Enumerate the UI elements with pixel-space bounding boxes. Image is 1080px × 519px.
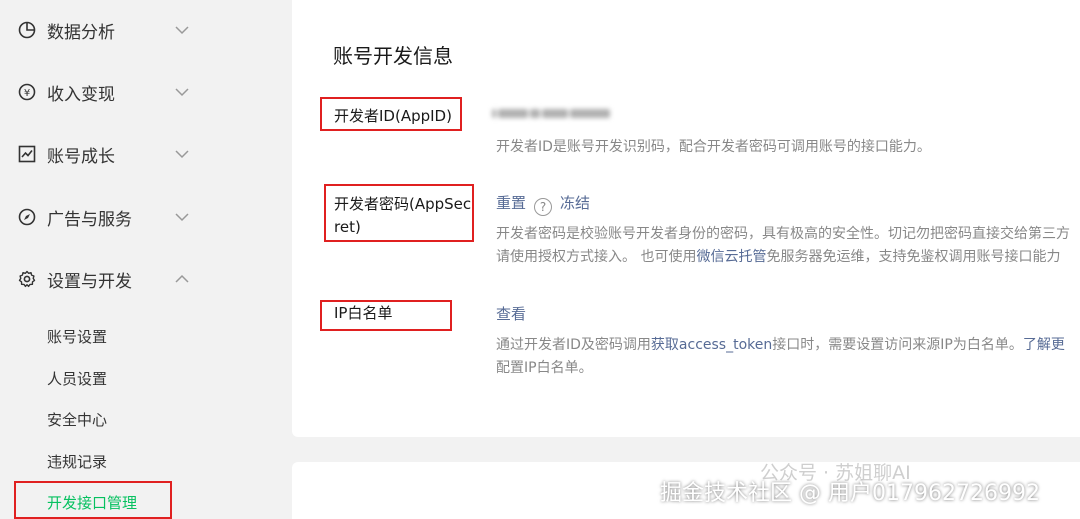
nav-group-label: 设置与开发: [47, 271, 132, 292]
desc-text: 接口时，需要设置访问来源IP为白名单。: [772, 337, 1023, 353]
get-access-token-link[interactable]: 获取access_token: [651, 337, 772, 353]
desc-text: 免服务器免运维，支持免鉴权调用账号接口能力: [766, 249, 1061, 265]
nav-group-ads-services[interactable]: 广告与服务: [0, 197, 210, 237]
help-icon[interactable]: ?: [534, 198, 553, 216]
reset-secret-link[interactable]: 重置: [496, 194, 526, 212]
nav-group-label: 广告与服务: [47, 209, 132, 230]
gear-icon: [18, 270, 36, 288]
nav-group-settings-dev[interactable]: 设置与开发: [0, 259, 210, 299]
ip-whitelist-description-line2: 配置IP白名单。: [496, 360, 593, 376]
nav-group-monetization[interactable]: ¥ 收入变现: [0, 72, 210, 112]
ip-whitelist-view-link: 查看: [496, 303, 526, 324]
appsecret-description-line2: 请使用授权方式接入。 也可使用微信云托管免服务器免运维，支持免鉴权调用账号接口能…: [496, 246, 1060, 268]
compass-icon: [18, 208, 36, 226]
sidebar-item-member-settings[interactable]: 人员设置: [47, 368, 107, 389]
chevron-down-icon: [175, 88, 189, 97]
sidebar: 数据分析 ¥ 收入变现 账号成长 广告与服务 设置与开发 账号设置 人员设置 安…: [0, 0, 290, 519]
highlight-box: [320, 300, 452, 331]
nav-group-label: 账号成长: [47, 146, 115, 167]
highlight-box: [324, 184, 474, 242]
appid-value-redacted: [492, 103, 642, 125]
yen-icon: ¥: [18, 83, 36, 101]
freeze-secret-link[interactable]: 冻结: [560, 194, 590, 212]
page-title: 账号开发信息: [333, 44, 453, 68]
pie-chart-icon: [18, 21, 36, 39]
wechat-cloud-hosting-link[interactable]: 微信云托管: [696, 249, 766, 265]
appsecret-description-line1: 开发者密码是校验账号开发者身份的密码，具有极高的安全性。切记勿把密码直接交给第三…: [496, 226, 1070, 242]
chevron-down-icon: [175, 213, 189, 222]
nav-group-label: 数据分析: [47, 22, 115, 43]
chevron-up-icon: [175, 274, 189, 283]
appsecret-actions: 重置? 冻结: [496, 192, 590, 216]
trend-chart-icon: [18, 145, 36, 163]
view-ip-whitelist-link[interactable]: 查看: [496, 305, 526, 323]
learn-more-link[interactable]: 了解更: [1023, 337, 1065, 353]
sidebar-item-security-center[interactable]: 安全中心: [47, 409, 107, 430]
desc-text: 请使用授权方式接入。 也可使用: [496, 249, 697, 265]
account-dev-info-card: 账号开发信息 开发者ID(AppID) 开发者ID是账号开发识别码，配合开发者密…: [292, 0, 1080, 437]
nav-group-data-analysis[interactable]: 数据分析: [0, 10, 210, 50]
desc-text: 通过开发者ID及密码调用: [496, 337, 651, 353]
chevron-down-icon: [175, 150, 189, 159]
highlight-box: [320, 97, 462, 131]
chevron-down-icon: [175, 26, 189, 35]
sidebar-item-violations[interactable]: 违规记录: [47, 451, 107, 472]
nav-group-growth[interactable]: 账号成长: [0, 134, 210, 174]
appid-description: 开发者ID是账号开发识别码，配合开发者密码可调用账号的接口能力。: [496, 139, 931, 155]
sidebar-item-account-settings[interactable]: 账号设置: [47, 326, 107, 347]
svg-text:¥: ¥: [24, 88, 30, 99]
watermark-juejin: 掘金技术社区 @ 用户017962726992: [660, 481, 1040, 506]
nav-group-label: 收入变现: [47, 84, 115, 105]
ip-whitelist-description-line1: 通过开发者ID及密码调用获取access_token接口时，需要设置访问来源IP…: [496, 334, 1065, 356]
highlight-box: [14, 481, 172, 519]
